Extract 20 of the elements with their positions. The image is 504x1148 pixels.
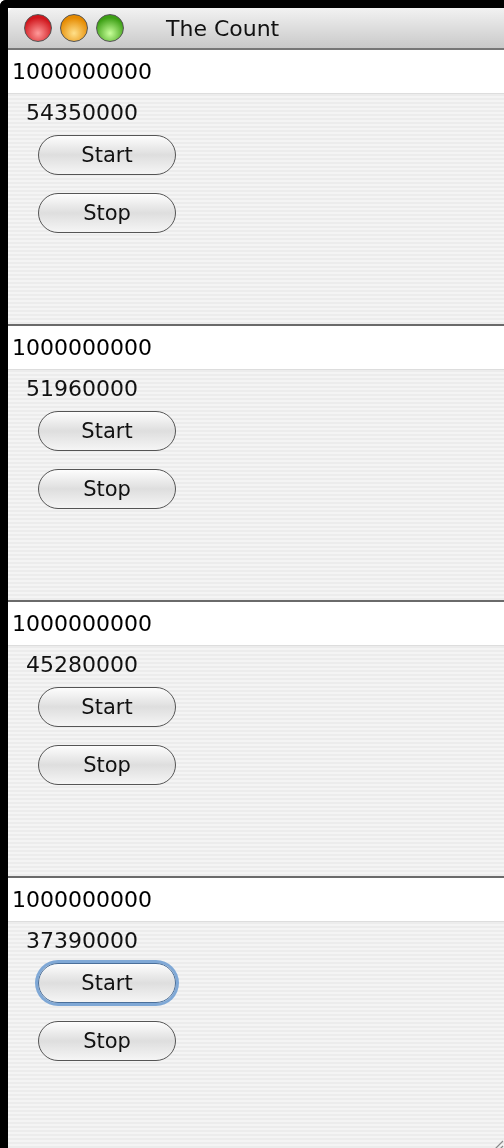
stop-button[interactable]: Stop	[38, 469, 176, 509]
number-field[interactable]: 1000000000	[8, 50, 504, 94]
start-button[interactable]: Start	[38, 963, 176, 1003]
number-field[interactable]: 1000000000	[8, 878, 504, 922]
start-button[interactable]: Start	[38, 411, 176, 451]
window-title: The Count	[166, 15, 280, 41]
start-button[interactable]: Start	[38, 135, 176, 175]
stop-button[interactable]: Stop	[38, 745, 176, 785]
close-button[interactable]	[24, 14, 52, 42]
count-label: 54350000	[26, 100, 138, 125]
stop-button[interactable]: Stop	[38, 1021, 176, 1061]
minimize-button[interactable]	[60, 14, 88, 42]
zoom-button[interactable]	[96, 14, 124, 42]
number-field[interactable]: 1000000000	[8, 326, 504, 370]
count-label: 37390000	[26, 928, 138, 953]
number-field[interactable]: 1000000000	[8, 602, 504, 646]
start-button[interactable]: Start	[38, 687, 176, 727]
stop-button[interactable]: Stop	[38, 193, 176, 233]
count-label: 51960000	[26, 376, 138, 401]
count-label: 45280000	[26, 652, 138, 677]
